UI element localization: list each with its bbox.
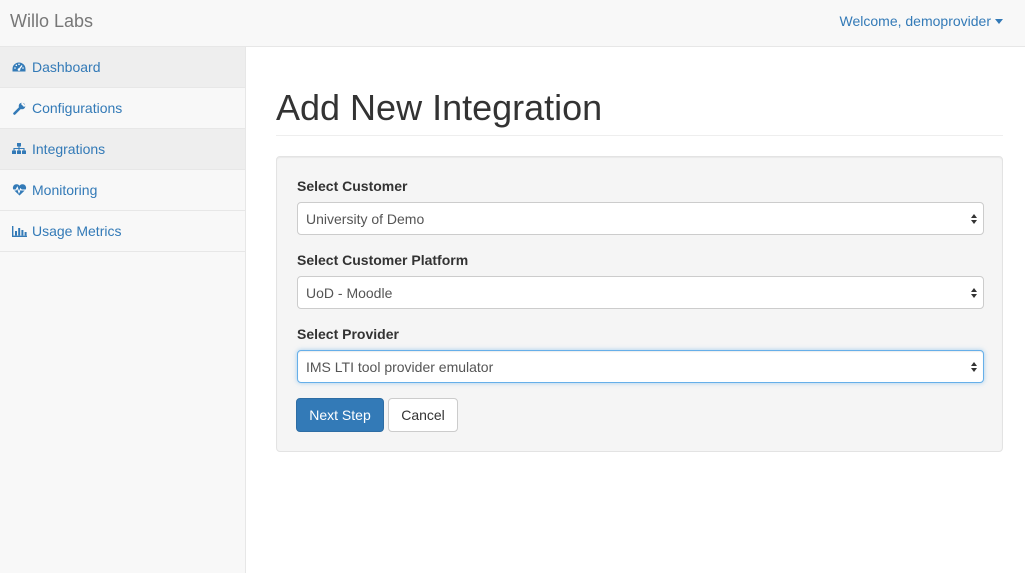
platform-select-value: UoD - Moodle	[306, 285, 393, 301]
sidebar: Dashboard Configurations Integrations Mo…	[0, 47, 246, 573]
wrench-icon	[11, 101, 27, 115]
sidebar-item-label: Configurations	[32, 100, 123, 116]
integration-form: Select Customer University of Demo Selec…	[276, 156, 1003, 452]
bar-chart-icon	[11, 224, 27, 238]
provider-select-value: IMS LTI tool provider emulator	[306, 359, 494, 375]
sidebar-item-monitoring[interactable]: Monitoring	[0, 170, 245, 211]
platform-select[interactable]: UoD - Moodle	[297, 276, 984, 309]
dashboard-icon	[11, 60, 27, 74]
heartbeat-icon	[11, 183, 27, 197]
caret-down-icon	[995, 18, 1003, 24]
customer-select-value: University of Demo	[306, 211, 425, 227]
select-arrows-icon	[971, 362, 977, 372]
title-divider	[276, 135, 1003, 136]
page-title: Add New Integration	[276, 87, 603, 128]
user-menu-dropdown[interactable]: Welcome, demoprovider	[840, 13, 1003, 29]
customer-select[interactable]: University of Demo	[297, 202, 984, 235]
provider-select[interactable]: IMS LTI tool provider emulator	[297, 350, 984, 383]
next-step-button[interactable]: Next Step	[296, 398, 384, 432]
platform-label: Select Customer Platform	[297, 252, 469, 268]
sidebar-item-label: Monitoring	[32, 182, 98, 198]
sidebar-item-label: Usage Metrics	[32, 223, 122, 239]
sidebar-item-label: Integrations	[32, 141, 106, 157]
sitemap-icon	[11, 142, 27, 156]
sidebar-item-integrations[interactable]: Integrations	[0, 129, 245, 170]
sidebar-item-dashboard[interactable]: Dashboard	[0, 47, 245, 88]
sidebar-item-usage-metrics[interactable]: Usage Metrics	[0, 211, 245, 252]
provider-label: Select Provider	[297, 326, 399, 342]
sidebar-item-configurations[interactable]: Configurations	[0, 88, 245, 129]
select-arrows-icon	[971, 214, 977, 224]
select-arrows-icon	[971, 288, 977, 298]
cancel-button[interactable]: Cancel	[388, 398, 458, 432]
top-navbar: Willo Labs Welcome, demoprovider	[0, 0, 1025, 47]
user-menu-label: Welcome, demoprovider	[839, 13, 991, 29]
brand-logo[interactable]: Willo Labs	[10, 11, 93, 32]
sidebar-item-label: Dashboard	[32, 59, 101, 75]
customer-label: Select Customer	[297, 178, 408, 194]
